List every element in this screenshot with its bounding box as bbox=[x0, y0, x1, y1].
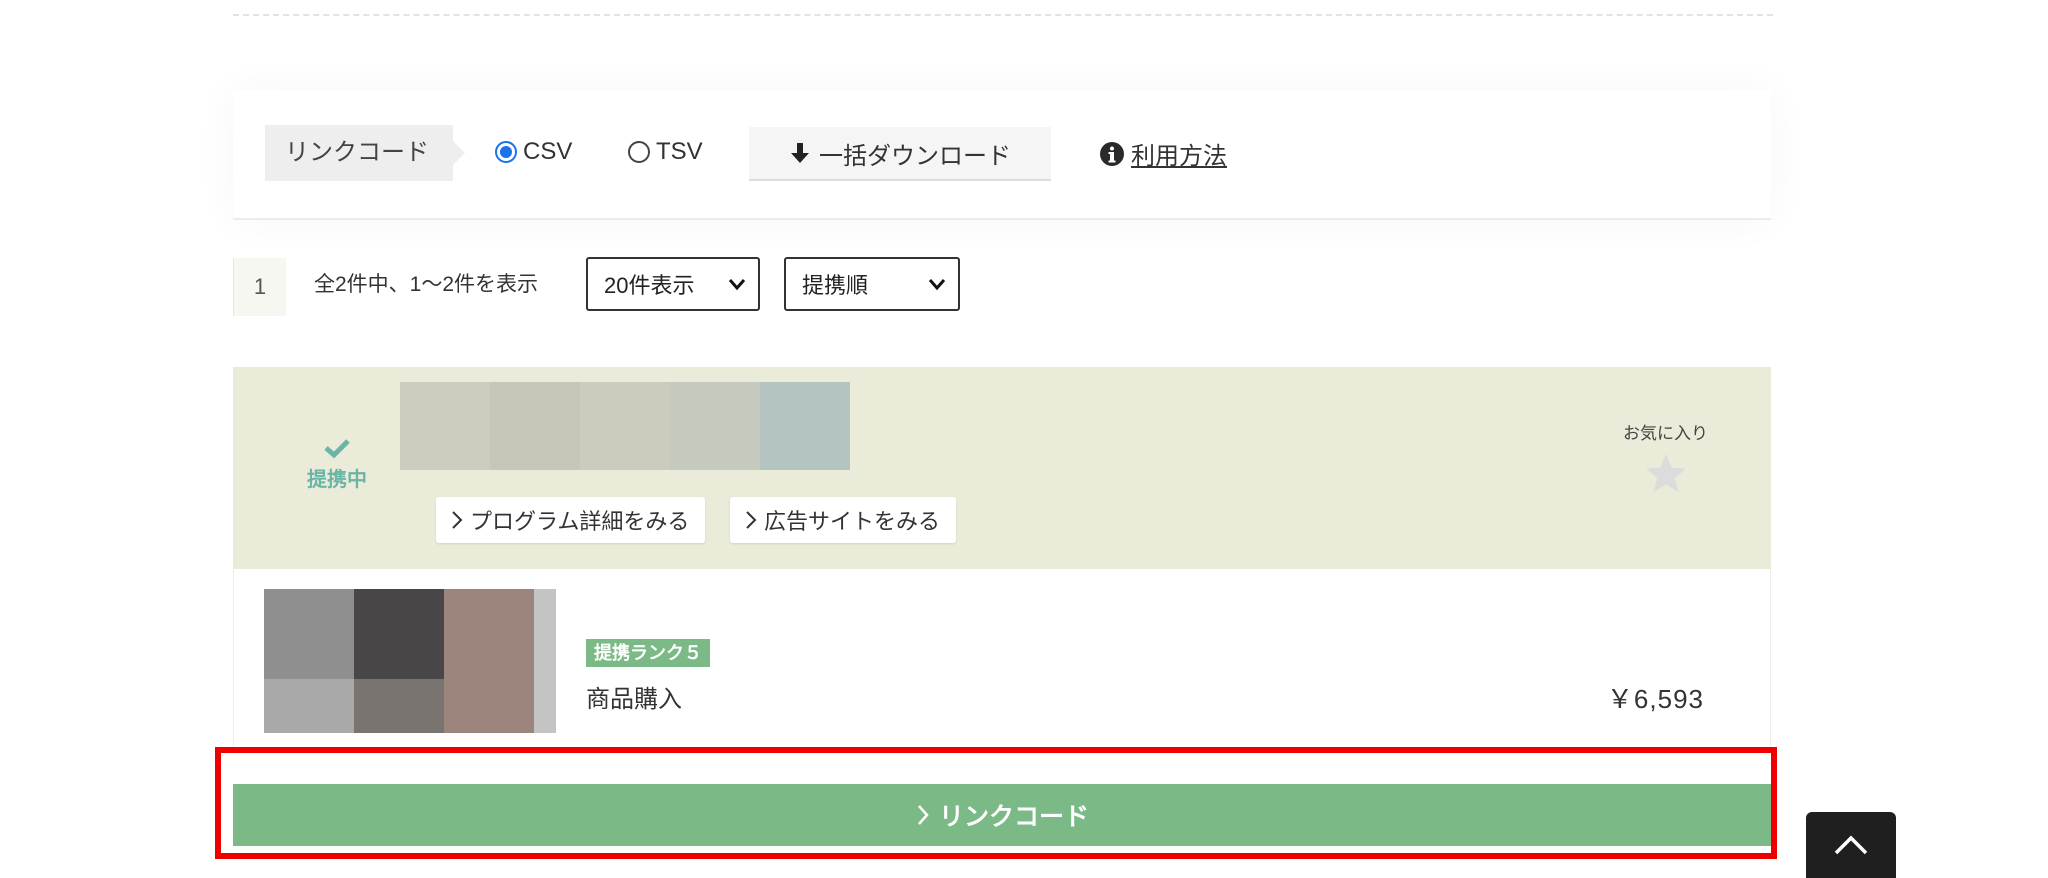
bulk-download-button[interactable]: 一括ダウンロード bbox=[749, 127, 1051, 181]
program-card: 提携中 プログラム詳細をみる 広告サイトをみる お気に入り bbox=[233, 367, 1771, 569]
pagination-page-1[interactable]: 1 bbox=[233, 258, 286, 316]
bulk-download-label: 一括ダウンロード bbox=[819, 142, 1011, 170]
radio-csv-label: CSV bbox=[523, 138, 573, 165]
sort-value: 提携順 bbox=[802, 273, 869, 298]
divider bbox=[233, 14, 1773, 16]
product-name: 商品購入 bbox=[586, 686, 682, 713]
partnership-status-label: 提携中 bbox=[307, 469, 367, 491]
banner-block bbox=[670, 382, 760, 470]
program-detail-button[interactable]: プログラム詳細をみる bbox=[436, 497, 706, 543]
favorite-toggle[interactable]: お気に入り bbox=[1623, 419, 1708, 494]
chevron-right-icon bbox=[452, 511, 463, 529]
image-block bbox=[534, 679, 556, 733]
per-page-value: 20件表示 bbox=[604, 273, 695, 298]
banner-block bbox=[490, 382, 580, 470]
radio-tsv-indicator[interactable] bbox=[628, 141, 650, 163]
radio-tsv-label: TSV bbox=[656, 138, 703, 165]
pagination-page-number[interactable]: 1 bbox=[254, 274, 266, 300]
radio-csv[interactable]: CSV bbox=[495, 138, 572, 166]
partnership-status: 提携中 bbox=[307, 437, 367, 492]
linkcode-label: リンクコード bbox=[265, 125, 465, 181]
rank-badge: 提携ランク５ bbox=[586, 639, 710, 667]
chevron-right-icon bbox=[746, 511, 757, 529]
radio-csv-indicator[interactable] bbox=[495, 141, 517, 163]
image-block bbox=[534, 589, 556, 679]
banner-block bbox=[580, 382, 670, 470]
image-block bbox=[264, 589, 354, 679]
star-icon[interactable] bbox=[1644, 452, 1688, 494]
check-icon bbox=[324, 439, 350, 459]
banner-block bbox=[760, 382, 850, 470]
image-block bbox=[354, 589, 444, 679]
info-icon bbox=[1100, 141, 1124, 166]
ad-site-label: 広告サイトをみる bbox=[764, 509, 941, 534]
radio-tsv[interactable]: TSV bbox=[628, 138, 703, 166]
image-block bbox=[444, 589, 534, 679]
chevron-up-icon bbox=[1834, 835, 1868, 855]
product-price: ￥6,593 bbox=[1606, 684, 1704, 714]
program-detail-label: プログラム詳細をみる bbox=[470, 509, 690, 534]
per-page-select[interactable]: 20件表示 bbox=[586, 257, 760, 311]
image-block bbox=[444, 679, 534, 733]
result-count: 全2件中、1～2件を表示 bbox=[314, 273, 539, 296]
chevron-down-icon bbox=[928, 279, 946, 291]
chevron-down-icon bbox=[728, 279, 746, 291]
highlight-frame bbox=[215, 747, 1777, 859]
howto-label[interactable]: 利用方法 bbox=[1131, 136, 1227, 171]
back-to-top-button[interactable] bbox=[1806, 812, 1896, 878]
sort-select[interactable]: 提携順 bbox=[784, 257, 960, 311]
howto-link[interactable]: 利用方法 bbox=[1099, 136, 1227, 171]
favorite-label: お気に入り bbox=[1623, 424, 1708, 443]
product-row: 提携ランク５ 商品購入 ￥6,593 bbox=[233, 569, 1771, 749]
ad-site-button[interactable]: 広告サイトをみる bbox=[730, 497, 957, 543]
product-image bbox=[264, 589, 556, 733]
program-banner bbox=[400, 382, 850, 470]
linkcode-toolbar: リンクコード CSV TSV 一括ダウンロード 利用方法 bbox=[233, 90, 1771, 220]
banner-block bbox=[400, 382, 490, 470]
image-block bbox=[264, 679, 354, 733]
image-block bbox=[354, 679, 444, 733]
download-arrow-icon bbox=[791, 143, 809, 163]
page: リンクコード CSV TSV 一括ダウンロード 利用方法 1 全2件中、1～2件… bbox=[0, 0, 2048, 878]
